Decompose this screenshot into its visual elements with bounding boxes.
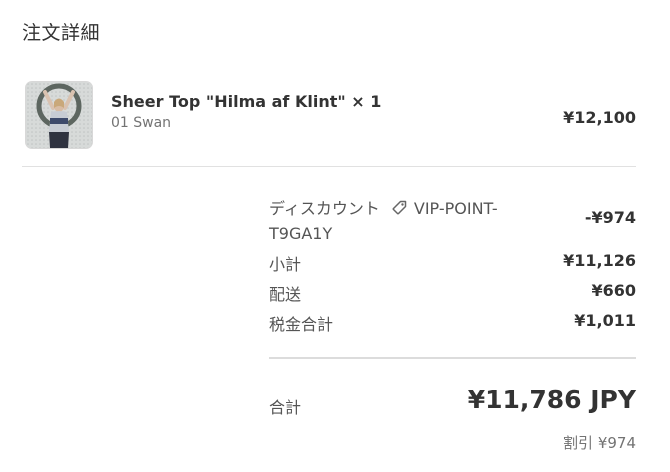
total-value: ¥11,786 JPY: [467, 385, 636, 414]
discount-row: ディスカウント VIP-POINT-T9GA1Y -¥974: [269, 198, 636, 244]
line-item: Sheer Top "Hilma af Klint" × 1 01 Swan ¥…: [22, 80, 636, 150]
product-photo-icon: [26, 82, 92, 148]
tax-label: 税金合計: [269, 315, 334, 334]
discount-label: ディスカウント: [269, 199, 380, 218]
total-divider: [269, 357, 636, 359]
shipping-value: ¥660: [591, 281, 636, 300]
product-variant: 01 Swan: [111, 115, 172, 131]
total-label: 合計: [269, 398, 302, 417]
discount-label-group: ディスカウント VIP-POINT-T9GA1Y: [269, 198, 559, 245]
product-thumbnail: [25, 81, 93, 149]
product-name: Sheer Top "Hilma af Klint" × 1: [111, 92, 382, 111]
total-savings: 割引 ¥974: [563, 434, 636, 452]
discount-value: -¥974: [584, 208, 636, 227]
subtotal-row: 小計 ¥11,126: [269, 251, 636, 274]
tag-icon: [390, 199, 408, 223]
order-details-heading: 注文詳細: [22, 22, 101, 44]
product-price: ¥12,100: [563, 108, 636, 127]
subtotal-value: ¥11,126: [563, 251, 636, 270]
shipping-row: 配送 ¥660: [269, 281, 636, 304]
tax-row: 税金合計 ¥1,011: [269, 311, 636, 334]
subtotal-label: 小計: [269, 255, 302, 274]
section-divider: [22, 166, 636, 167]
tax-value: ¥1,011: [574, 311, 636, 330]
shipping-label: 配送: [269, 285, 302, 304]
